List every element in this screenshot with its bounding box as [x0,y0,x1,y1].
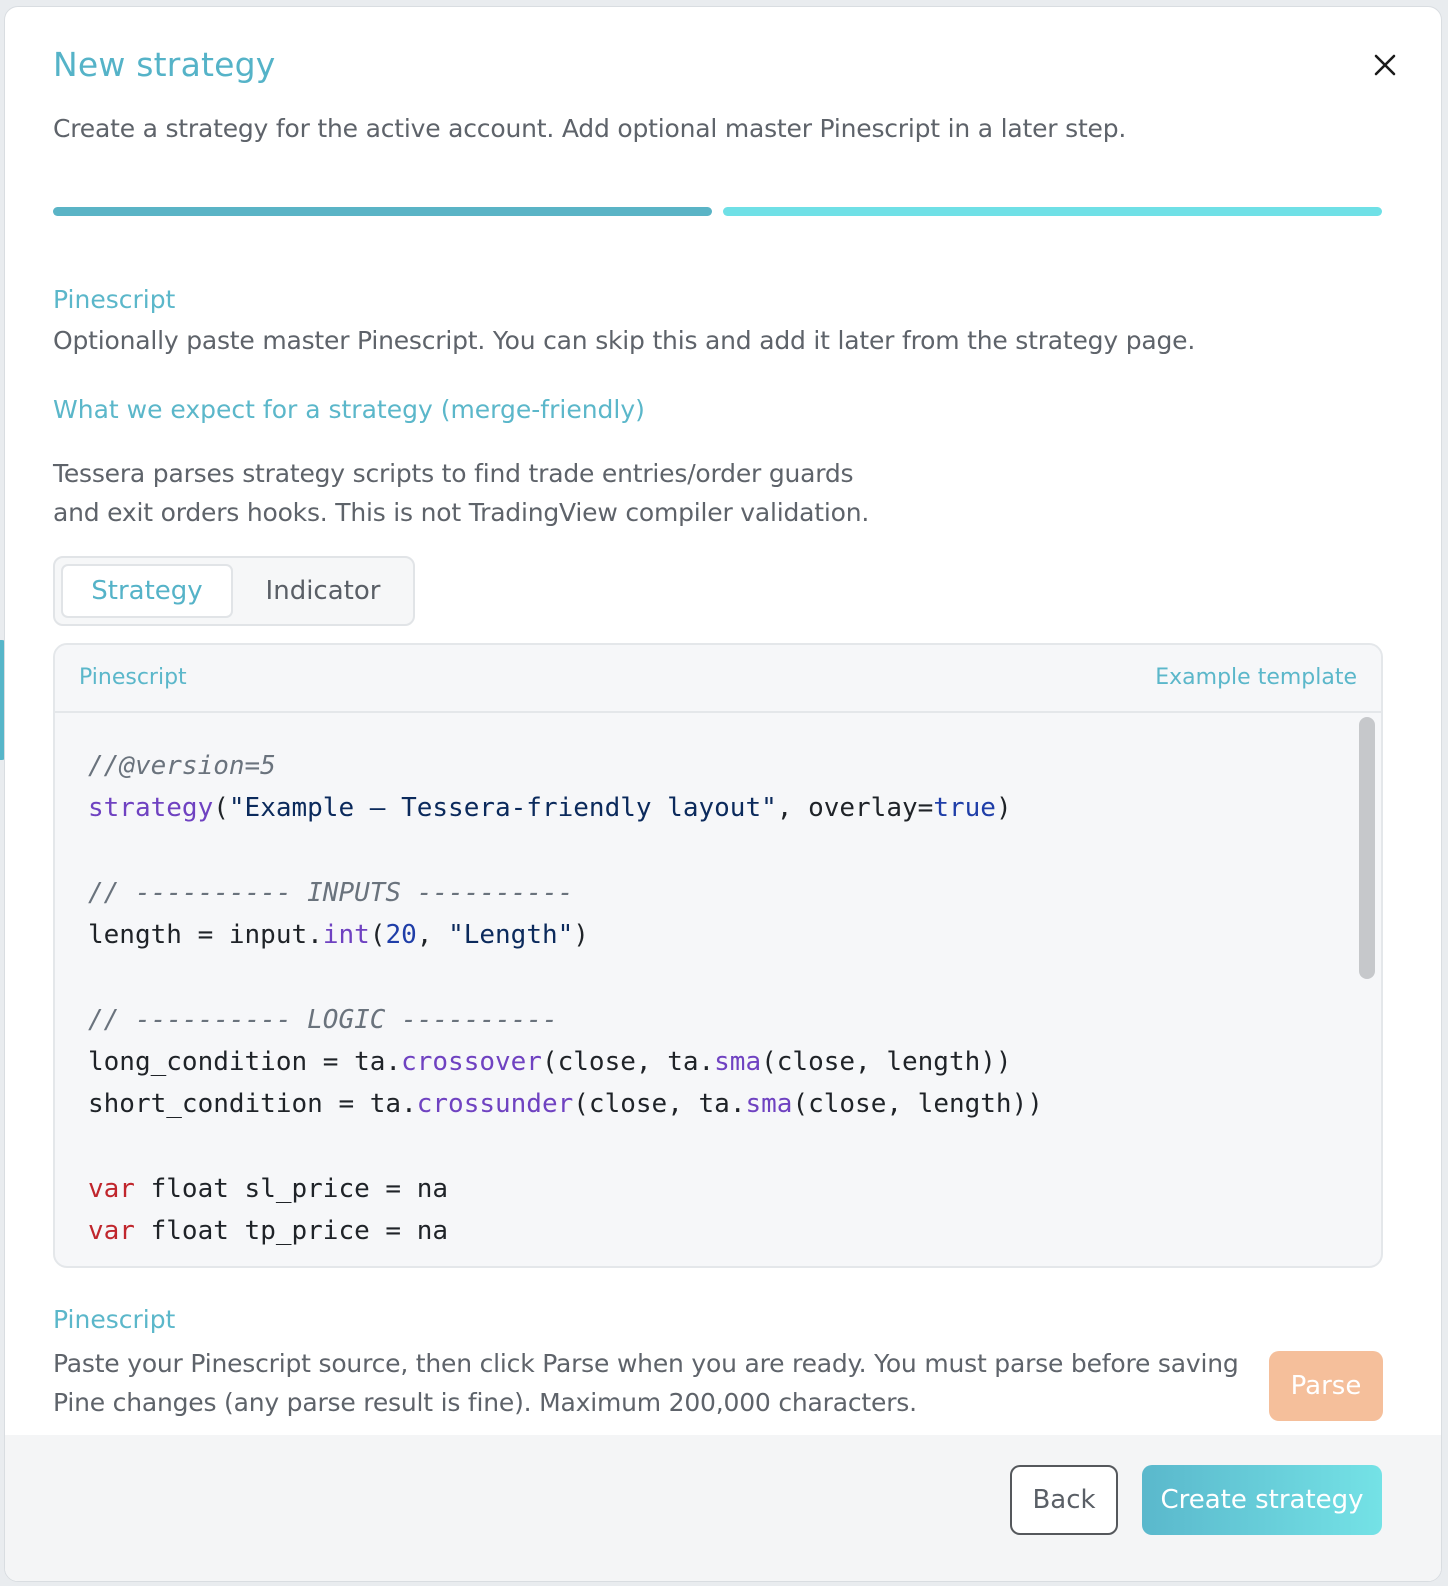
create-strategy-button[interactable]: Create strategy [1142,1465,1382,1535]
code-line: var float tp_price = na [88,1216,449,1247]
parse-button[interactable]: Parse [1269,1351,1383,1421]
pinescript-editor[interactable]: Pinescript Example template //@version=5… [53,643,1383,1268]
back-button[interactable]: Back [1010,1465,1118,1535]
parse-section-line-2: Pine changes (any parse result is fine).… [53,1388,917,1417]
code-line: strategy("Example — Tessera-friendly lay… [88,793,1012,824]
editor-header: Pinescript Example template [55,645,1381,713]
code-line: short_condition = ta.crossunder(close, t… [88,1089,1043,1120]
parse-section-title: Pinescript [53,1305,176,1334]
modal-title: New strategy [53,45,276,84]
mode-option-indicator[interactable]: Indicator [235,564,411,618]
parse-section-line-1: Paste your Pinescript source, then click… [53,1349,1239,1378]
mode-option-strategy[interactable]: Strategy [61,564,233,618]
expectations-line-1: Tessera parses strategy scripts to find … [53,459,854,488]
code-area[interactable]: //@version=5 strategy("Example — Tessera-… [88,745,1341,1253]
code-line: //@version=5 [88,751,276,781]
pinescript-section-title: Pinescript [53,285,176,314]
code-line: var float sl_price = na [88,1173,449,1204]
code-line: // ---------- INPUTS ---------- [88,877,574,908]
code-line: // ---------- LOGIC ---------- [88,1004,558,1035]
example-template-link[interactable]: Example template [1155,665,1357,690]
modal-subtitle: Create a strategy for the active account… [53,114,1127,143]
code-line: length = input.int(20, "Length") [88,920,589,951]
expectations-title: What we expect for a strategy (merge-fri… [53,395,645,424]
mode-toggle: Strategy Indicator [53,556,415,626]
new-strategy-modal: New strategy Create a strategy for the a… [4,6,1442,1582]
expectations-line-2: and exit orders hooks. This is not Tradi… [53,498,870,527]
code-line: long_condition = ta.crossover(close, ta.… [88,1047,1012,1078]
editor-scrollbar[interactable] [1359,717,1375,979]
progress-step-1 [53,207,712,216]
close-icon [1374,54,1396,76]
progress-step-2 [723,207,1382,216]
editor-label: Pinescript [79,665,187,690]
pinescript-section-description: Optionally paste master Pinescript. You … [53,326,1196,355]
close-button[interactable] [1367,47,1403,83]
